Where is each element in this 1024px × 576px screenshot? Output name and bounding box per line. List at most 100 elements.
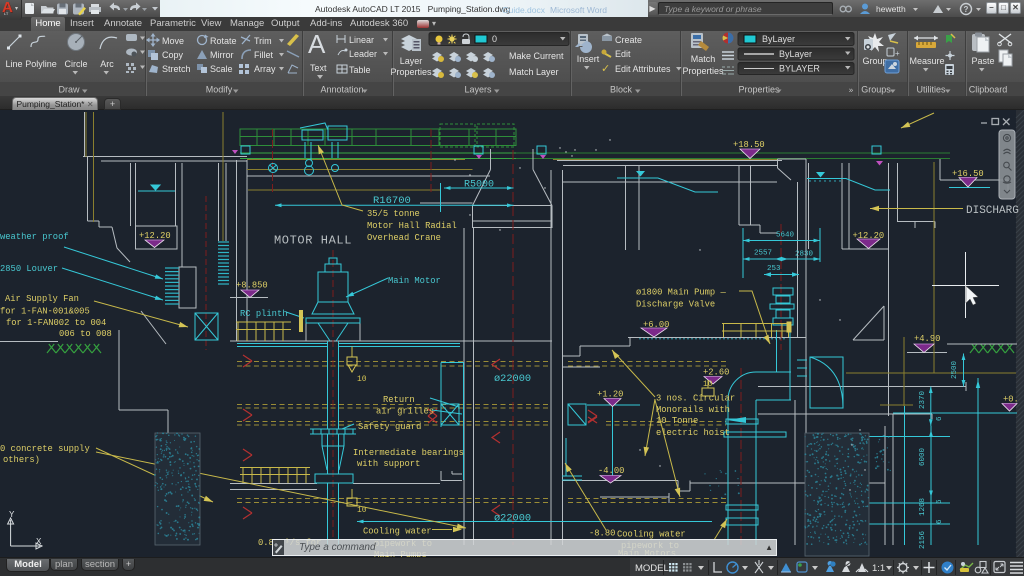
svg-text:5640: 5640 — [776, 232, 795, 240]
svg-text:Mirror: Mirror — [210, 50, 234, 60]
svg-text:1268: 1268 — [919, 498, 927, 516]
svg-text:Copy: Copy — [162, 50, 184, 60]
svg-text:Create: Create — [615, 35, 642, 45]
svg-text:Return: Return — [383, 395, 415, 405]
svg-text:Motor Hall Radial: Motor Hall Radial — [367, 221, 457, 231]
svg-text:006 to 008: 006 to 008 — [59, 329, 112, 339]
svg-text:Text: Text — [310, 63, 327, 73]
svg-text:-8.80: -8.80 — [589, 529, 615, 539]
svg-text:10: 10 — [357, 375, 367, 384]
svg-text:Match Layer: Match Layer — [509, 67, 559, 77]
svg-text:Main Motor: Main Motor — [388, 276, 441, 286]
svg-text:2830: 2830 — [795, 251, 814, 259]
svg-text:Make Current: Make Current — [509, 51, 564, 61]
svg-text:+12.20: +12.20 — [853, 231, 885, 241]
svg-text:Polyline: Polyline — [25, 59, 57, 69]
svg-text:6000: 6000 — [919, 447, 927, 466]
svg-text:2370: 2370 — [919, 390, 927, 409]
svg-text:Modify: Modify — [206, 85, 233, 95]
svg-text:6: 6 — [936, 499, 944, 504]
svg-text:Block: Block — [610, 85, 633, 95]
svg-text:-4.00: -4.00 — [598, 466, 624, 476]
svg-text:10: 10 — [703, 380, 713, 389]
svg-text:ByLayer: ByLayer — [779, 49, 812, 59]
svg-text:Stretch: Stretch — [162, 64, 191, 74]
svg-text:Insert: Insert — [577, 54, 600, 64]
svg-text:Monorails with: Monorails with — [656, 405, 730, 415]
svg-text:2850 Louver: 2850 Louver — [0, 264, 58, 274]
svg-text:BYLAYER: BYLAYER — [779, 64, 820, 74]
svg-text:Discharge Valve: Discharge Valve — [636, 300, 715, 310]
svg-text:+0.: +0. — [1003, 395, 1019, 405]
svg-text:Leader: Leader — [349, 49, 377, 59]
svg-text:R16700: R16700 — [373, 195, 411, 207]
svg-text:+8.850: +8.850 — [236, 281, 268, 291]
svg-text:Scale: Scale — [210, 64, 233, 74]
svg-text:electric hoist: electric hoist — [656, 428, 730, 438]
svg-text:+6.00: +6.00 — [643, 320, 669, 330]
svg-text:»: » — [849, 86, 854, 95]
svg-text:A: A — [308, 31, 326, 59]
svg-text:for 1-FAN-001&005: for 1-FAN-001&005 — [0, 307, 90, 317]
svg-text:Layer: Layer — [400, 56, 423, 66]
svg-text:Properties: Properties — [390, 67, 432, 77]
svg-text:+18.50: +18.50 — [733, 140, 765, 150]
svg-text:+1.20: +1.20 — [597, 390, 623, 400]
svg-text:ByLayer: ByLayer — [762, 34, 795, 44]
svg-text:Properties: Properties — [682, 66, 724, 76]
svg-text:Match: Match — [691, 54, 716, 64]
svg-text:Air Supply Fan: Air Supply Fan — [5, 294, 79, 304]
svg-text:+: + — [895, 49, 900, 58]
svg-text:X: X — [36, 537, 42, 547]
svg-text:Utilities: Utilities — [916, 85, 946, 95]
svg-text:Group: Group — [862, 56, 887, 66]
svg-text:Groups: Groups — [861, 85, 891, 95]
svg-text:air grilles: air grilles — [376, 407, 434, 417]
svg-text:Cooling water: Cooling water — [363, 527, 432, 537]
svg-text:ø1800 Main Pump —: ø1800 Main Pump — — [636, 288, 726, 298]
svg-text:Arc: Arc — [100, 59, 114, 69]
svg-text:✓: ✓ — [601, 63, 610, 75]
svg-text:0 concrete supply: 0 concrete supply — [0, 444, 90, 454]
svg-text:Safety guard: Safety guard — [358, 422, 421, 432]
svg-text:10 Tonne: 10 Tonne — [656, 416, 698, 426]
svg-text:35/5 tonne: 35/5 tonne — [367, 209, 420, 219]
svg-text:Array: Array — [254, 64, 276, 74]
svg-text:+12.20: +12.20 — [139, 231, 171, 241]
svg-text:Edit: Edit — [615, 49, 631, 59]
svg-text:0: 0 — [492, 34, 497, 44]
svg-text:+4.90: +4.90 — [914, 334, 940, 344]
svg-text:1:1: 1:1 — [872, 563, 885, 574]
svg-text:Overhead Crane: Overhead Crane — [367, 233, 441, 243]
svg-text:253: 253 — [767, 265, 781, 273]
svg-text:Y: Y — [9, 510, 15, 520]
svg-text:Edit Attributes: Edit Attributes — [615, 64, 671, 74]
svg-text:3 nos. Circular: 3 nos. Circular — [656, 394, 735, 404]
svg-text:Clipboard: Clipboard — [969, 85, 1008, 95]
svg-text:6: 6 — [936, 519, 944, 524]
svg-text:Trim: Trim — [254, 36, 272, 46]
svg-text:10: 10 — [357, 506, 367, 515]
svg-text:+2.60: +2.60 — [703, 368, 729, 378]
svg-text:Table: Table — [349, 65, 371, 75]
svg-text:Layers: Layers — [464, 85, 492, 95]
svg-text:Intermediate bearings: Intermediate bearings — [353, 448, 464, 458]
svg-text:others): others) — [3, 455, 40, 465]
svg-text:MOTOR HALL: MOTOR HALL — [274, 234, 352, 248]
svg-text:Linear: Linear — [349, 35, 374, 45]
svg-text:2557: 2557 — [754, 250, 772, 258]
svg-text:weather proof: weather proof — [0, 232, 69, 242]
svg-text:Measure: Measure — [909, 56, 944, 66]
svg-text:?: ? — [964, 5, 969, 14]
svg-text:Paste: Paste — [971, 56, 994, 66]
svg-text:DISCHARG: DISCHARG — [966, 205, 1019, 217]
svg-text:6: 6 — [936, 416, 944, 421]
svg-text:2156: 2156 — [919, 530, 927, 549]
svg-text:Cooling water: Cooling water — [617, 530, 686, 540]
svg-text:ø22000: ø22000 — [494, 373, 531, 385]
svg-text:for 1-FAN002 to 004: for 1-FAN002 to 004 — [6, 318, 106, 328]
svg-text:with support: with support — [357, 459, 420, 469]
svg-text:Rotate: Rotate — [210, 36, 237, 46]
svg-text:+16.50: +16.50 — [952, 169, 984, 179]
svg-text:R5000: R5000 — [464, 180, 494, 191]
